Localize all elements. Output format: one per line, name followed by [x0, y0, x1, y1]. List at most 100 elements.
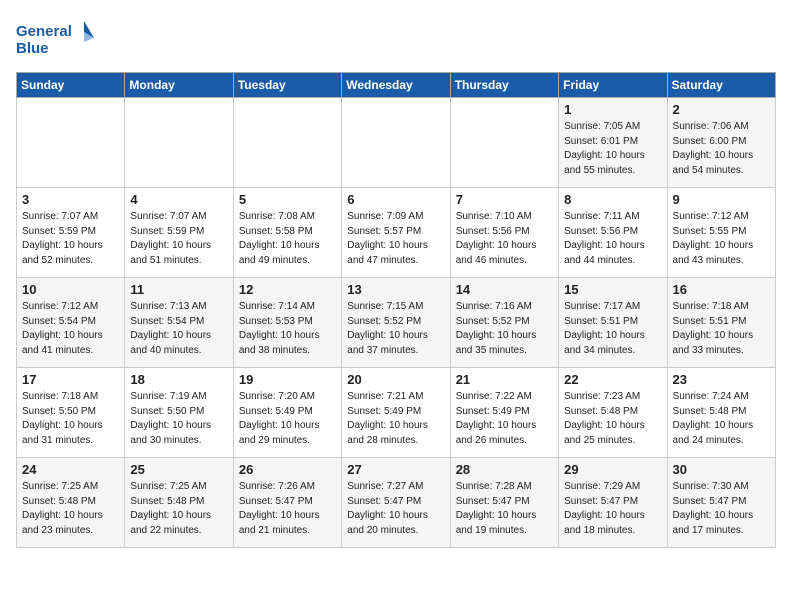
day-info: Sunrise: 7:15 AM Sunset: 5:52 PM Dayligh… — [347, 300, 444, 358]
calendar-cell: 3Sunrise: 7:07 AM Sunset: 5:59 PM Daylig… — [17, 188, 125, 278]
day-number: 13 — [347, 282, 444, 297]
day-info: Sunrise: 7:23 AM Sunset: 5:48 PM Dayligh… — [564, 390, 661, 448]
calendar-cell: 8 Sunrise: 7:11 AM Sunset: 5:56 PM Daylig… — [559, 188, 667, 278]
day-number: 11 — [130, 282, 227, 297]
day-number: 14 — [456, 282, 553, 297]
day-number: 12 — [239, 282, 336, 297]
day-number: 22 — [564, 372, 661, 387]
day-info: Sunrise: 7:11 AM Sunset: 5:56 PM Dayligh… — [564, 210, 661, 268]
calendar-cell: 23 Sunrise: 7:24 AM Sunset: 5:48 PM Dayli… — [667, 368, 775, 458]
calendar-cell: 1 Sunrise: 7:05 AM Sunset: 6:01 PM Daylig… — [559, 98, 667, 188]
day-number: 1 — [564, 102, 661, 117]
calendar-cell: 22 Sunrise: 7:23 AM Sunset: 5:48 PM Dayli… — [559, 368, 667, 458]
day-number: 24 — [22, 462, 119, 477]
weekday-header-tuesday: Tuesday — [233, 73, 341, 98]
calendar-cell: 9 Sunrise: 7:12 AM Sunset: 5:55 PM Daylig… — [667, 188, 775, 278]
day-info: Sunrise: 7:18 AM Sunset: 5:51 PM Dayligh… — [673, 300, 770, 358]
calendar-cell: 26 Sunrise: 7:26 AM Sunset: 5:47 PM Dayli… — [233, 458, 341, 548]
day-number: 20 — [347, 372, 444, 387]
calendar-cell: 14 Sunrise: 7:16 AM Sunset: 5:52 PM Dayli… — [450, 278, 558, 368]
calendar-cell — [125, 98, 233, 188]
calendar-cell — [450, 98, 558, 188]
weekday-header-wednesday: Wednesday — [342, 73, 450, 98]
day-info: Sunrise: 7:12 AM Sunset: 5:55 PM Dayligh… — [673, 210, 770, 268]
calendar-cell — [17, 98, 125, 188]
day-number: 19 — [239, 372, 336, 387]
day-info: Sunrise: 7:20 AM Sunset: 5:49 PM Dayligh… — [239, 390, 336, 448]
weekday-header-friday: Friday — [559, 73, 667, 98]
calendar-cell: 30 Sunrise: 7:30 AM Sunset: 5:47 PM Dayli… — [667, 458, 775, 548]
svg-text:General: General — [16, 23, 72, 40]
weekday-header-monday: Monday — [125, 73, 233, 98]
calendar-cell: 19 Sunrise: 7:20 AM Sunset: 5:49 PM Dayli… — [233, 368, 341, 458]
calendar-cell: 12 Sunrise: 7:14 AM Sunset: 5:53 PM Dayli… — [233, 278, 341, 368]
calendar-cell: 25 Sunrise: 7:25 AM Sunset: 5:48 PM Dayli… — [125, 458, 233, 548]
day-info: Sunrise: 7:14 AM Sunset: 5:53 PM Dayligh… — [239, 300, 336, 358]
day-number: 29 — [564, 462, 661, 477]
calendar-cell: 15 Sunrise: 7:17 AM Sunset: 5:51 PM Dayli… — [559, 278, 667, 368]
calendar-cell: 28 Sunrise: 7:28 AM Sunset: 5:47 PM Dayli… — [450, 458, 558, 548]
day-number: 30 — [673, 462, 770, 477]
day-number: 28 — [456, 462, 553, 477]
day-info: Sunrise: 7:28 AM Sunset: 5:47 PM Dayligh… — [456, 480, 553, 538]
day-info: Sunrise: 7:25 AM Sunset: 5:48 PM Dayligh… — [22, 480, 119, 538]
page-header: General Blue — [16, 16, 776, 60]
day-info: Sunrise: 7:18 AM Sunset: 5:50 PM Dayligh… — [22, 390, 119, 448]
weekday-header-sunday: Sunday — [17, 73, 125, 98]
day-info: Sunrise: 7:25 AM Sunset: 5:48 PM Dayligh… — [130, 480, 227, 538]
day-info: Sunrise: 7:19 AM Sunset: 5:50 PM Dayligh… — [130, 390, 227, 448]
day-info: Sunrise: 7:24 AM Sunset: 5:48 PM Dayligh… — [673, 390, 770, 448]
day-number: 15 — [564, 282, 661, 297]
day-info: Sunrise: 7:21 AM Sunset: 5:49 PM Dayligh… — [347, 390, 444, 448]
weekday-header-thursday: Thursday — [450, 73, 558, 98]
calendar-cell: 17 Sunrise: 7:18 AM Sunset: 5:50 PM Dayli… — [17, 368, 125, 458]
calendar-cell: 16 Sunrise: 7:18 AM Sunset: 5:51 PM Dayli… — [667, 278, 775, 368]
day-info: Sunrise: 7:09 AM Sunset: 5:57 PM Dayligh… — [347, 210, 444, 268]
calendar-cell — [233, 98, 341, 188]
day-number: 27 — [347, 462, 444, 477]
day-info: Sunrise: 7:27 AM Sunset: 5:47 PM Dayligh… — [347, 480, 444, 538]
calendar-cell: 18Sunrise: 7:19 AM Sunset: 5:50 PM Dayli… — [125, 368, 233, 458]
calendar-cell: 29 Sunrise: 7:29 AM Sunset: 5:47 PM Dayli… — [559, 458, 667, 548]
day-info: Sunrise: 7:13 AM Sunset: 5:54 PM Dayligh… — [130, 300, 227, 358]
logo-svg: General Blue — [16, 16, 96, 60]
day-info: Sunrise: 7:29 AM Sunset: 5:47 PM Dayligh… — [564, 480, 661, 538]
day-number: 25 — [130, 462, 227, 477]
calendar-cell: 11 Sunrise: 7:13 AM Sunset: 5:54 PM Dayli… — [125, 278, 233, 368]
calendar-cell: 6 Sunrise: 7:09 AM Sunset: 5:57 PM Daylig… — [342, 188, 450, 278]
calendar-table: SundayMondayTuesdayWednesdayThursdayFrid… — [16, 72, 776, 548]
day-number: 3 — [22, 192, 119, 207]
weekday-header-saturday: Saturday — [667, 73, 775, 98]
day-info: Sunrise: 7:05 AM Sunset: 6:01 PM Dayligh… — [564, 120, 661, 178]
calendar-cell: 20 Sunrise: 7:21 AM Sunset: 5:49 PM Dayli… — [342, 368, 450, 458]
day-number: 26 — [239, 462, 336, 477]
day-info: Sunrise: 7:07 AM Sunset: 5:59 PM Dayligh… — [130, 210, 227, 268]
svg-text:Blue: Blue — [16, 40, 49, 57]
day-info: Sunrise: 7:10 AM Sunset: 5:56 PM Dayligh… — [456, 210, 553, 268]
day-info: Sunrise: 7:16 AM Sunset: 5:52 PM Dayligh… — [456, 300, 553, 358]
day-number: 6 — [347, 192, 444, 207]
logo: General Blue — [16, 16, 96, 60]
calendar-cell: 27 Sunrise: 7:27 AM Sunset: 5:47 PM Dayli… — [342, 458, 450, 548]
day-number: 16 — [673, 282, 770, 297]
calendar-cell: 10Sunrise: 7:12 AM Sunset: 5:54 PM Dayli… — [17, 278, 125, 368]
calendar-cell: 24 Sunrise: 7:25 AM Sunset: 5:48 PM Dayli… — [17, 458, 125, 548]
day-info: Sunrise: 7:17 AM Sunset: 5:51 PM Dayligh… — [564, 300, 661, 358]
day-number: 8 — [564, 192, 661, 207]
day-number: 5 — [239, 192, 336, 207]
day-number: 7 — [456, 192, 553, 207]
calendar-cell: 13 Sunrise: 7:15 AM Sunset: 5:52 PM Dayli… — [342, 278, 450, 368]
day-number: 23 — [673, 372, 770, 387]
calendar-cell: 2 Sunrise: 7:06 AM Sunset: 6:00 PM Daylig… — [667, 98, 775, 188]
day-number: 9 — [673, 192, 770, 207]
day-number: 2 — [673, 102, 770, 117]
day-number: 21 — [456, 372, 553, 387]
day-info: Sunrise: 7:22 AM Sunset: 5:49 PM Dayligh… — [456, 390, 553, 448]
day-info: Sunrise: 7:06 AM Sunset: 6:00 PM Dayligh… — [673, 120, 770, 178]
day-info: Sunrise: 7:08 AM Sunset: 5:58 PM Dayligh… — [239, 210, 336, 268]
day-number: 17 — [22, 372, 119, 387]
day-number: 4 — [130, 192, 227, 207]
day-info: Sunrise: 7:30 AM Sunset: 5:47 PM Dayligh… — [673, 480, 770, 538]
day-info: Sunrise: 7:26 AM Sunset: 5:47 PM Dayligh… — [239, 480, 336, 538]
calendar-cell — [342, 98, 450, 188]
